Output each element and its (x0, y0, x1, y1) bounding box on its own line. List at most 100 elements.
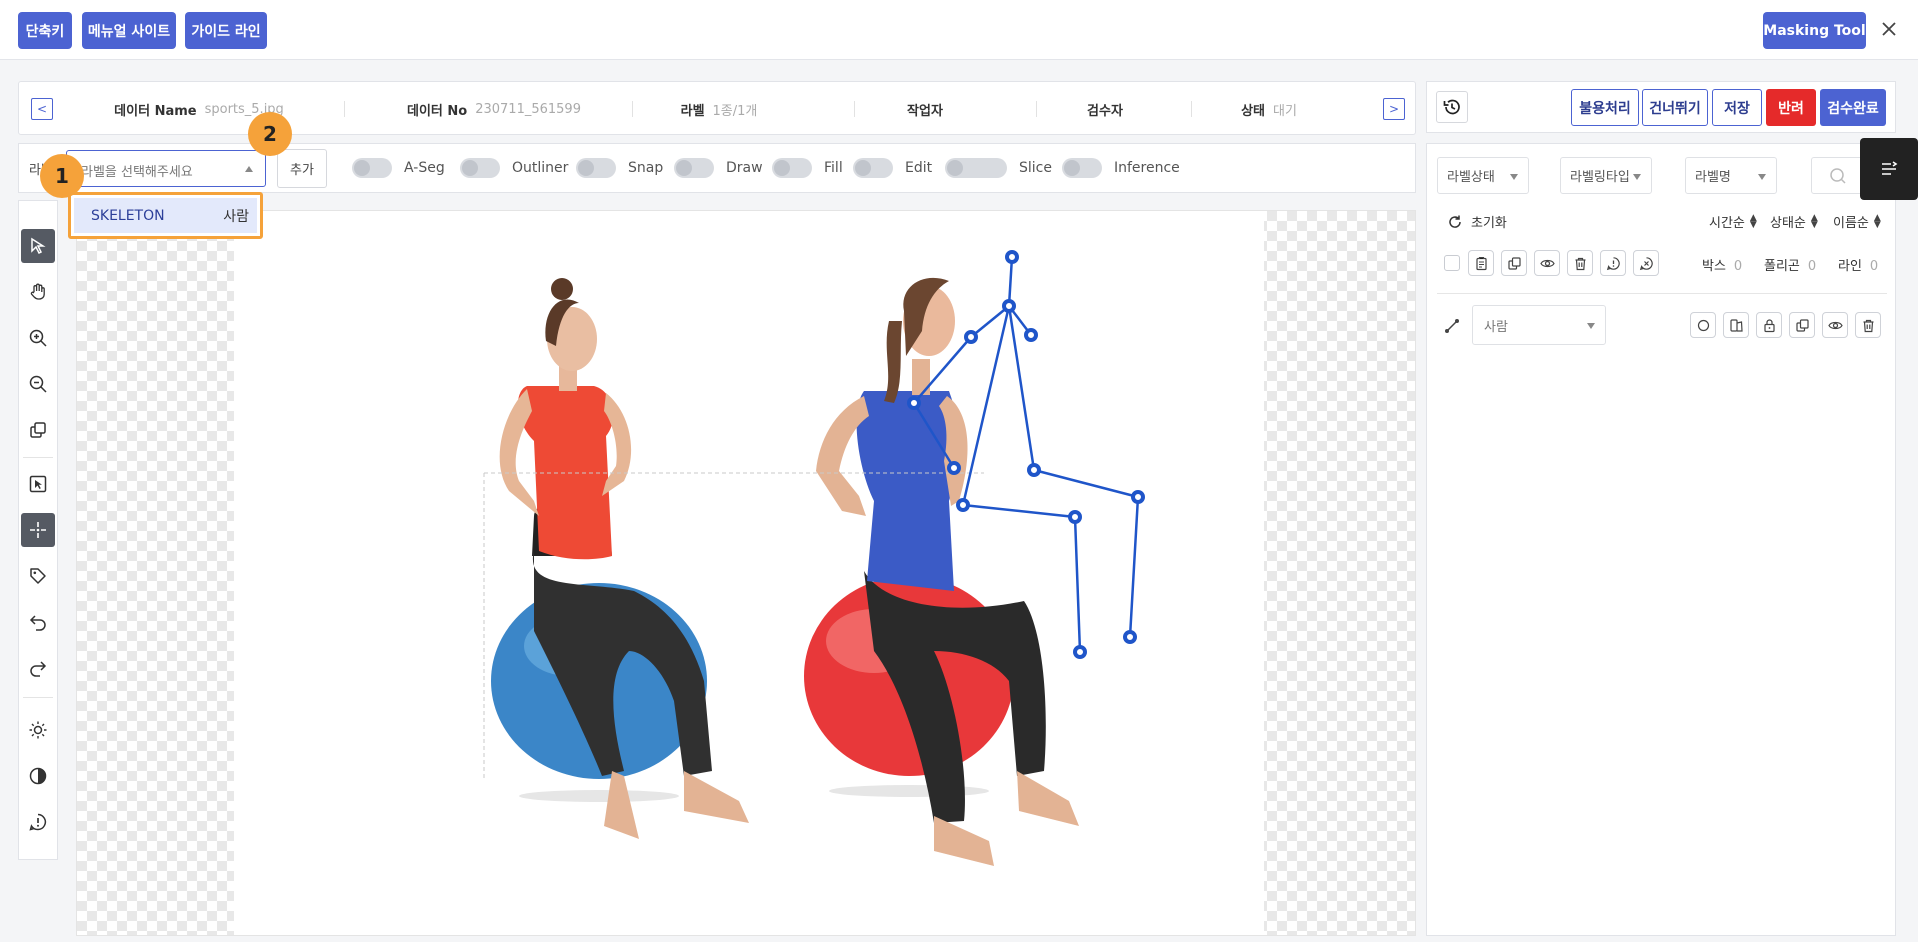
select-all-checkbox[interactable] (1444, 255, 1460, 271)
data-no-value: 230711_561599 (475, 101, 581, 117)
step-badge-2: 2 (248, 112, 292, 156)
reset-label: 초기화 (1471, 216, 1507, 231)
clipboard-icon[interactable] (1468, 250, 1494, 276)
next-data-button[interactable]: > (1383, 98, 1405, 120)
toggle-switch[interactable] (945, 158, 1007, 178)
label-toolbar: 라벨 라벨을 선택해주세요 추가 A-Seg Outliner Snap Dra… (18, 143, 1416, 193)
sort-arrows-icon: ▲ ▼ (1749, 212, 1757, 230)
comment-close-icon[interactable] (1633, 250, 1659, 276)
info-alert-icon[interactable] (21, 805, 55, 839)
status-key: 상태 (1241, 103, 1265, 119)
zoom-out-icon[interactable] (21, 367, 55, 401)
box-count-label: 박스 (1702, 259, 1726, 274)
toggle-switch[interactable] (1062, 158, 1102, 178)
data-no-key: 데이터 No (407, 103, 468, 119)
reviewer-key: 검수자 (1087, 103, 1123, 119)
right-panel: 라벨상태 라벨링타입 라벨명 초기화 시간순 ▲ ▼ 상태순 ▲ ▼ 이름순 ▲ ▼ 박스 0… (1426, 143, 1896, 936)
photo-illustration (483, 250, 1145, 866)
annotation-canvas[interactable] (76, 210, 1416, 936)
reset-button[interactable]: 초기화 (1447, 212, 1507, 231)
comment-alert-icon[interactable] (1600, 250, 1626, 276)
toggle-a-seg[interactable]: A-Seg (352, 157, 445, 179)
skip-button[interactable]: 건너뛰기 (1642, 89, 1708, 126)
toggle-edit[interactable]: Edit (853, 157, 932, 179)
visibility-icon[interactable] (1822, 312, 1848, 338)
trash-icon[interactable] (1567, 250, 1593, 276)
tag-icon[interactable] (21, 559, 55, 593)
unusable-button[interactable]: 불용처리 (1571, 89, 1639, 126)
close-icon[interactable] (1876, 16, 1902, 42)
prev-data-button[interactable]: < (31, 98, 53, 120)
masking-tool-button[interactable]: Masking Tool (1763, 12, 1866, 49)
right-panel-header: 불용처리 건너뛰기 저장 반려 검수완료 (1426, 81, 1896, 133)
class-select-value: 사람 (1484, 319, 1508, 335)
copy-layers-icon[interactable] (21, 413, 55, 447)
toggle-switch[interactable] (576, 158, 616, 178)
lock-icon[interactable] (1756, 312, 1782, 338)
toggle-inference[interactable]: Inference (1062, 157, 1180, 179)
save-button[interactable]: 저장 (1712, 89, 1762, 126)
toggle-switch[interactable] (460, 158, 500, 178)
search-icon (1830, 168, 1846, 184)
image-workspace[interactable] (234, 211, 1264, 935)
undo-icon[interactable] (21, 605, 55, 639)
panel-toggle-button[interactable] (1860, 138, 1918, 200)
toggle-snap[interactable]: Snap (576, 157, 663, 179)
add-label-button[interactable]: 추가 (277, 149, 327, 188)
data-name-key: 데이터 Name (114, 103, 197, 119)
toggle-label: Draw (726, 160, 763, 176)
polygon-count: 폴리곤 0 (1764, 255, 1816, 274)
label-select[interactable]: 라벨을 선택해주세요 (66, 150, 266, 187)
person-right-illustration (804, 277, 1079, 866)
sort-by-time[interactable]: 시간순 ▲ ▼ (1709, 212, 1757, 231)
toggle-switch[interactable] (772, 158, 812, 178)
person-left-illustration (491, 278, 749, 839)
history-icon[interactable] (1436, 91, 1468, 123)
dropdown-option-skeleton[interactable]: SKELETON 사람 (74, 198, 257, 233)
shortcut-button[interactable]: 단축키 (18, 12, 72, 49)
circle-shape-icon[interactable] (1690, 312, 1716, 338)
search-button[interactable] (1811, 157, 1865, 194)
brightness-icon[interactable] (21, 713, 55, 747)
toggle-outliner[interactable]: Outliner (460, 157, 568, 179)
toggle-fill[interactable]: Fill (772, 157, 843, 179)
select-cursor-icon[interactable] (21, 229, 55, 263)
sort-label: 이름순 (1833, 216, 1869, 231)
manual-site-button[interactable]: 메뉴얼 사이트 (82, 12, 176, 49)
contrast-icon[interactable] (21, 759, 55, 793)
line-count-label: 라인 (1838, 259, 1862, 274)
refresh-icon (1449, 215, 1461, 228)
copy-icon[interactable] (1501, 250, 1527, 276)
skeleton-point-icon[interactable] (21, 513, 55, 547)
class-select[interactable]: 사람 (1472, 305, 1606, 345)
review-complete-button[interactable]: 검수완료 (1820, 89, 1886, 126)
label-dropdown-menu: SKELETON 사람 (68, 192, 263, 239)
status-value: 대기 (1273, 103, 1297, 119)
toggle-switch[interactable] (674, 158, 714, 178)
redo-icon[interactable] (21, 651, 55, 685)
sort-by-name[interactable]: 이름순 ▲ ▼ (1833, 212, 1881, 231)
toggle-switch[interactable] (853, 158, 893, 178)
toggle-label: Edit (905, 160, 933, 176)
sort-by-status[interactable]: 상태순 ▲ ▼ (1770, 212, 1818, 231)
guideline-button[interactable]: 가이드 라인 (185, 12, 267, 49)
toggle-label: Outliner (512, 160, 569, 176)
polygon-count-value: 0 (1807, 259, 1817, 274)
palette-icon[interactable] (1723, 312, 1749, 338)
label-status-filter[interactable]: 라벨상태 (1437, 157, 1529, 194)
toggle-slice[interactable]: Slice (945, 157, 1052, 179)
eye-icon[interactable] (1534, 250, 1560, 276)
box-select-icon[interactable] (21, 467, 55, 501)
reject-button[interactable]: 반려 (1766, 89, 1816, 126)
option-label-name: SKELETON (91, 207, 165, 224)
toggle-draw[interactable]: Draw (674, 157, 763, 179)
toggle-switch[interactable] (352, 158, 392, 178)
zoom-in-icon[interactable] (21, 321, 55, 355)
delete-icon[interactable] (1855, 312, 1881, 338)
reviewer-field: 검수자 (1054, 82, 1164, 136)
duplicate-icon[interactable] (1789, 312, 1815, 338)
option-class-name: 사람 (223, 208, 249, 225)
labeling-type-filter[interactable]: 라벨링타입 (1560, 157, 1652, 194)
label-name-filter[interactable]: 라벨명 (1685, 157, 1777, 194)
pan-hand-icon[interactable] (21, 275, 55, 309)
